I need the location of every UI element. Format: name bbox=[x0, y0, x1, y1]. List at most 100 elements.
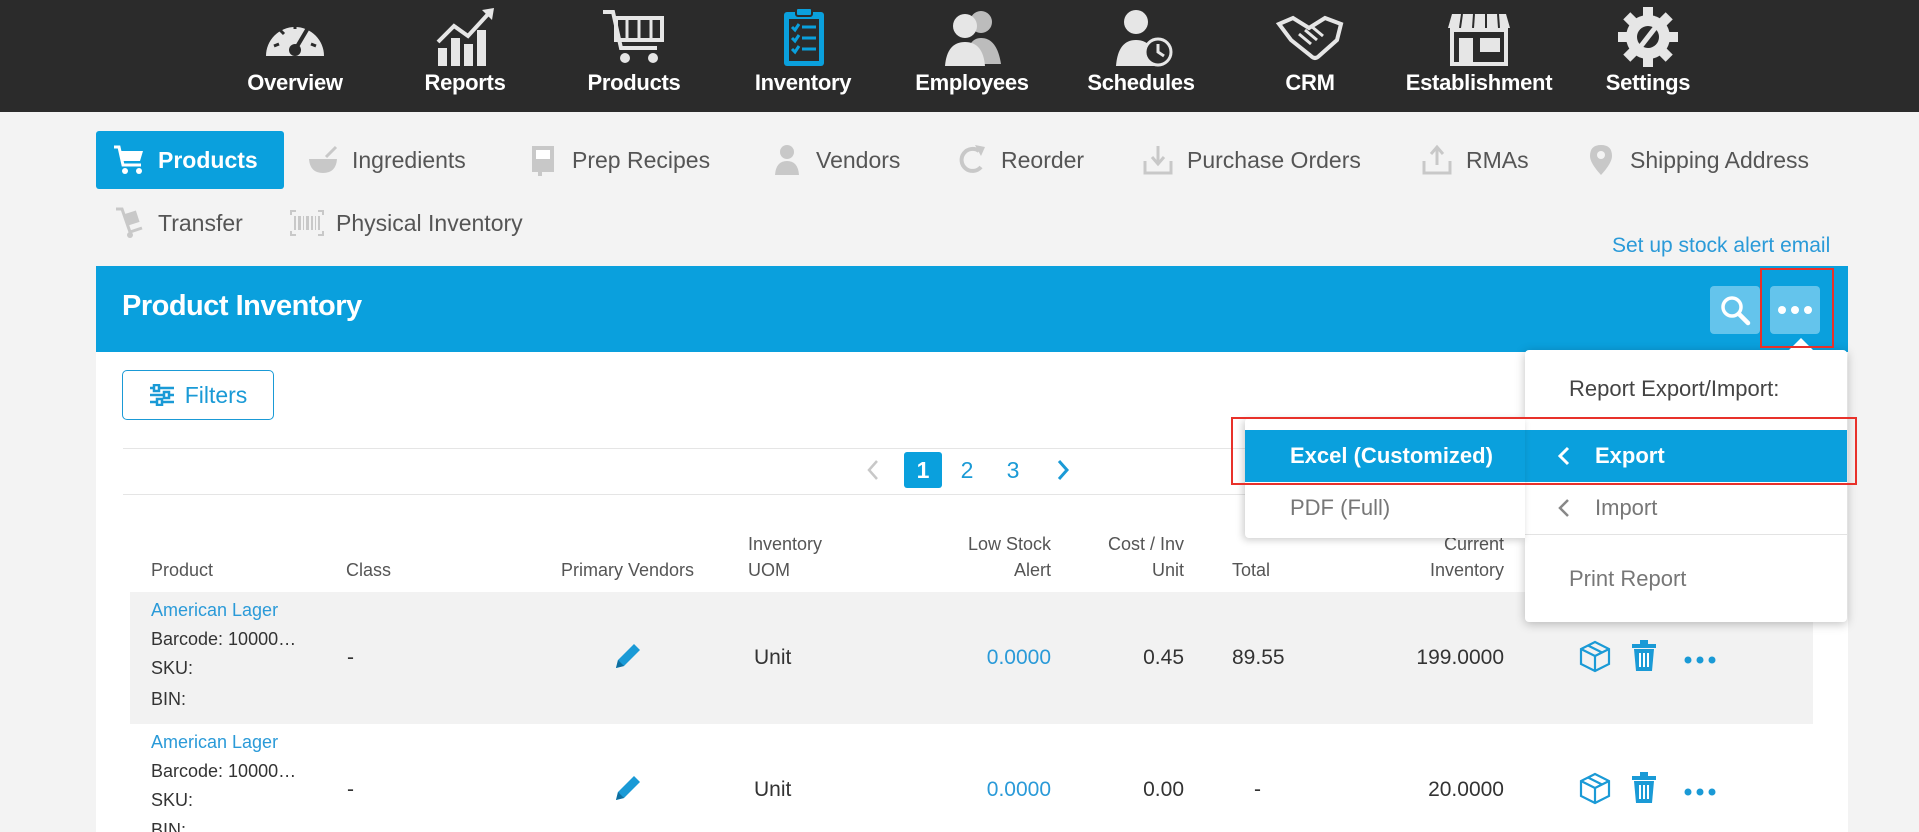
package-button[interactable] bbox=[1578, 771, 1612, 810]
total-value: 89.55 bbox=[1232, 646, 1285, 669]
highlight-more-button bbox=[1760, 268, 1834, 348]
pager-page-1[interactable]: 1 bbox=[904, 452, 942, 488]
subnav-purchase-orders[interactable]: Purchase Orders bbox=[1141, 131, 1361, 189]
import-menu-item[interactable]: Import bbox=[1525, 482, 1847, 534]
dropdown-divider bbox=[1525, 534, 1847, 535]
cost-per-unit: 0.45 bbox=[1143, 646, 1184, 669]
report-export-import-menu: Report Export/Import: Export Import Prin… bbox=[1525, 338, 1847, 622]
upload-tray-icon bbox=[1422, 144, 1452, 175]
th-total: Total bbox=[1232, 560, 1271, 580]
box-icon bbox=[1579, 772, 1611, 805]
people-icon bbox=[945, 11, 1001, 66]
package-button[interactable] bbox=[1578, 639, 1612, 678]
search-icon bbox=[1721, 296, 1751, 326]
barcode-icon bbox=[290, 210, 324, 236]
subnav-prep-recipes[interactable]: Prep Recipes bbox=[526, 131, 710, 189]
topnav-schedules-label: Schedules bbox=[1087, 70, 1195, 95]
search-button[interactable] bbox=[1710, 286, 1760, 334]
topnav-reports[interactable]: Reports bbox=[385, 0, 545, 112]
filters-button[interactable]: Filters bbox=[122, 370, 274, 420]
subnav-reorder[interactable]: Reorder bbox=[955, 131, 1084, 189]
topnav-employees[interactable]: Employees bbox=[892, 0, 1052, 112]
download-tray-icon bbox=[1143, 146, 1173, 175]
row-more-button[interactable] bbox=[1684, 652, 1716, 670]
product-uom: Unit bbox=[754, 778, 792, 801]
delete-button[interactable] bbox=[1630, 639, 1658, 678]
panel-header: Product Inventory bbox=[96, 266, 1848, 352]
topnav-crm-label: CRM bbox=[1285, 70, 1335, 95]
pager-page-2[interactable]: 2 bbox=[956, 452, 978, 488]
highlight-export-row bbox=[1231, 417, 1857, 485]
dropdown-title: Report Export/Import: bbox=[1569, 376, 1780, 401]
topnav-inventory-label: Inventory bbox=[754, 70, 852, 95]
pager-page-3[interactable]: 3 bbox=[1002, 452, 1024, 488]
subnav-shipping-address-label: Shipping Address bbox=[1630, 146, 1810, 173]
refresh-icon bbox=[959, 145, 985, 173]
topnav-products[interactable]: Products bbox=[554, 0, 714, 112]
gear-wrench-icon bbox=[1618, 7, 1678, 67]
subnav-rmas[interactable]: RMAs bbox=[1420, 131, 1529, 189]
person-icon bbox=[775, 145, 799, 175]
th-primary-vendors: Primary Vendors bbox=[561, 560, 695, 580]
pencil-icon bbox=[616, 776, 640, 800]
product-sku: SKU: bbox=[151, 658, 194, 678]
subnav-physical-inventory-label: Physical Inventory bbox=[336, 209, 523, 236]
topnav-inventory[interactable]: Inventory bbox=[723, 0, 883, 112]
chevron-left-icon bbox=[1558, 499, 1569, 517]
subnav-products[interactable]: Products bbox=[96, 131, 284, 189]
subnav-transfer[interactable]: Transfer bbox=[112, 194, 243, 252]
subnav-products-label: Products bbox=[158, 146, 258, 173]
subnav-prep-recipes-label: Prep Recipes bbox=[572, 146, 711, 173]
subnav-ingredients[interactable]: Ingredients bbox=[306, 131, 466, 189]
import-label: Import bbox=[1595, 495, 1658, 520]
delete-button[interactable] bbox=[1630, 771, 1658, 810]
subnav-vendors[interactable]: Vendors bbox=[770, 131, 900, 189]
th-class: Class bbox=[346, 560, 392, 580]
product-name-link[interactable]: American Lager bbox=[151, 732, 278, 753]
topnav-crm[interactable]: CRM bbox=[1230, 0, 1390, 112]
clipboard-checklist-icon bbox=[784, 7, 824, 66]
product-barcode: Barcode: 10000… bbox=[151, 761, 297, 781]
subnav-ingredients-label: Ingredients bbox=[352, 146, 466, 173]
ellipsis-icon bbox=[1684, 788, 1716, 796]
pager-next-button[interactable] bbox=[1052, 452, 1074, 488]
product-bin: BIN: bbox=[151, 820, 187, 832]
table-row: American Lager Barcode: 10000… SKU: BIN:… bbox=[130, 724, 1813, 832]
th-cost-line2: Unit bbox=[1151, 560, 1184, 580]
edit-vendors-button[interactable] bbox=[612, 640, 644, 677]
subnav-shipping-address[interactable]: Shipping Address bbox=[1584, 131, 1809, 189]
topnav-settings-label: Settings bbox=[1605, 70, 1691, 95]
topnav-settings[interactable]: Settings bbox=[1568, 0, 1728, 112]
low-stock-alert-link[interactable]: 0.0000 bbox=[976, 778, 1051, 802]
th-product: Product bbox=[151, 560, 214, 580]
topnav-employees-label: Employees bbox=[915, 70, 1029, 95]
topnav-establishment[interactable]: Establishment bbox=[1399, 0, 1559, 112]
th-low-stock-line2: Alert bbox=[1013, 560, 1051, 580]
handshake-icon bbox=[1275, 15, 1344, 60]
th-cost-line1: Cost / Inv bbox=[1107, 534, 1184, 554]
chevron-left-icon bbox=[867, 460, 878, 480]
pdf-full-option[interactable]: PDF (Full) bbox=[1245, 482, 1525, 534]
topnav-schedules[interactable]: Schedules bbox=[1061, 0, 1221, 112]
product-uom: Unit bbox=[754, 646, 792, 669]
edit-vendors-button[interactable] bbox=[612, 772, 644, 809]
cost-per-unit: 0.00 bbox=[1143, 778, 1184, 801]
subnav-purchase-orders-label: Purchase Orders bbox=[1187, 146, 1361, 173]
filters-label: Filters bbox=[184, 381, 248, 408]
topnav-reports-label: Reports bbox=[424, 70, 506, 95]
topnav-overview[interactable]: Overview bbox=[215, 0, 375, 112]
subnav-physical-inventory[interactable]: Physical Inventory bbox=[290, 194, 523, 252]
pager-prev-button[interactable] bbox=[862, 452, 884, 488]
th-current-line2: Inventory bbox=[1429, 560, 1504, 580]
subnav-reorder-label: Reorder bbox=[1001, 146, 1085, 173]
print-report-menu-item[interactable]: Print Report bbox=[1525, 553, 1847, 605]
low-stock-alert-link[interactable]: 0.0000 bbox=[976, 646, 1051, 670]
storefront-icon bbox=[1448, 13, 1510, 66]
bowl-icon bbox=[309, 145, 338, 173]
stock-alert-email-link[interactable]: Set up stock alert email bbox=[1612, 234, 1830, 258]
product-name-link[interactable]: American Lager bbox=[151, 600, 278, 621]
product-bin: BIN: bbox=[151, 689, 187, 709]
row-more-button[interactable] bbox=[1684, 784, 1716, 802]
trash-icon bbox=[1632, 640, 1656, 671]
product-class: - bbox=[347, 646, 354, 669]
